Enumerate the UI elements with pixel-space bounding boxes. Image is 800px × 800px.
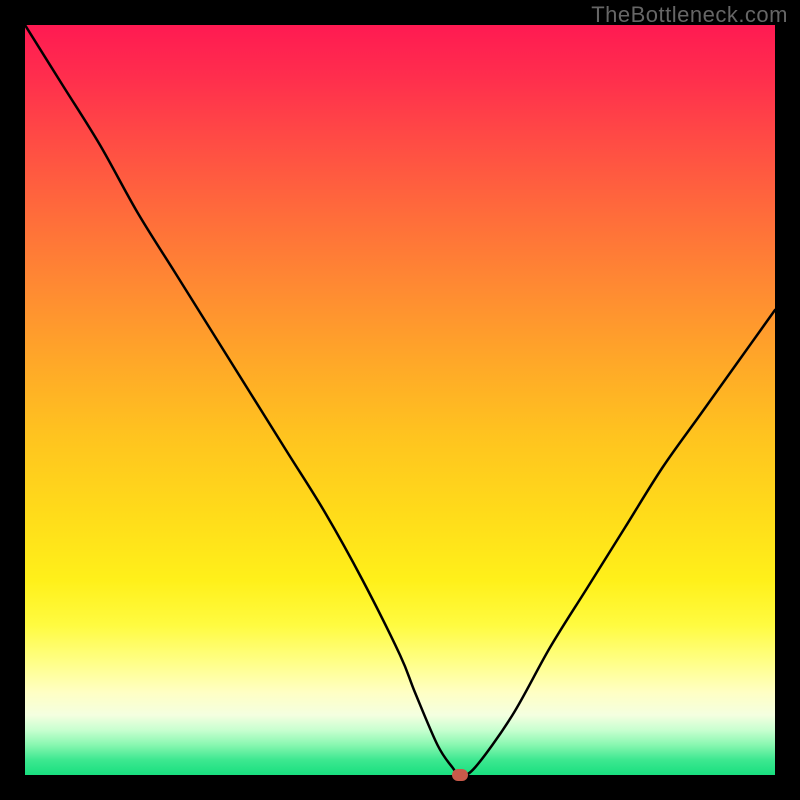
current-point-marker [452,769,468,781]
plot-area [25,25,775,775]
curve-svg [25,25,775,775]
bottleneck-curve [25,25,775,775]
chart-frame: TheBottleneck.com [0,0,800,800]
watermark-text: TheBottleneck.com [591,2,788,28]
